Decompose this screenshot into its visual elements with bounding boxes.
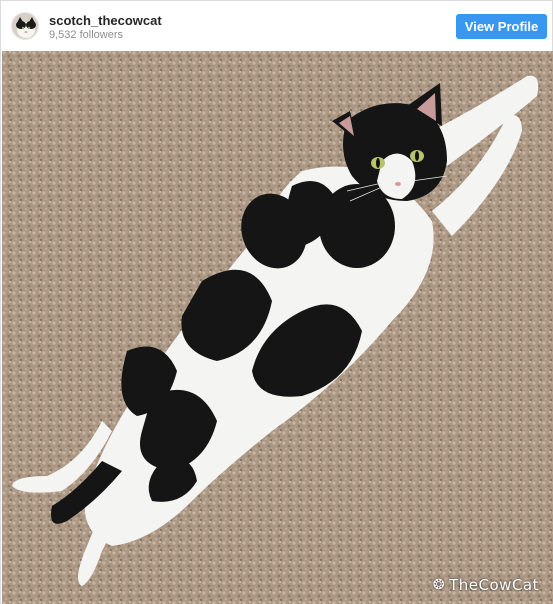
view-profile-button[interactable]: View Profile <box>456 14 547 39</box>
photo-watermark: ❂ TheCowCat <box>433 576 539 594</box>
post-header: scotch_thecowcat 9,532 followers View Pr… <box>1 1 552 51</box>
watermark-text: TheCowCat <box>449 576 539 594</box>
avatar-image <box>12 13 38 39</box>
instagram-embed-card: scotch_thecowcat 9,532 followers View Pr… <box>0 0 553 604</box>
paw-icon: ❂ <box>432 577 446 593</box>
follower-count: 9,532 followers <box>49 29 123 41</box>
profile-avatar[interactable] <box>11 12 39 40</box>
profile-username[interactable]: scotch_thecowcat <box>49 14 162 28</box>
cat-photo-image <box>2 51 553 604</box>
post-photo[interactable]: ❂ TheCowCat <box>2 51 553 604</box>
